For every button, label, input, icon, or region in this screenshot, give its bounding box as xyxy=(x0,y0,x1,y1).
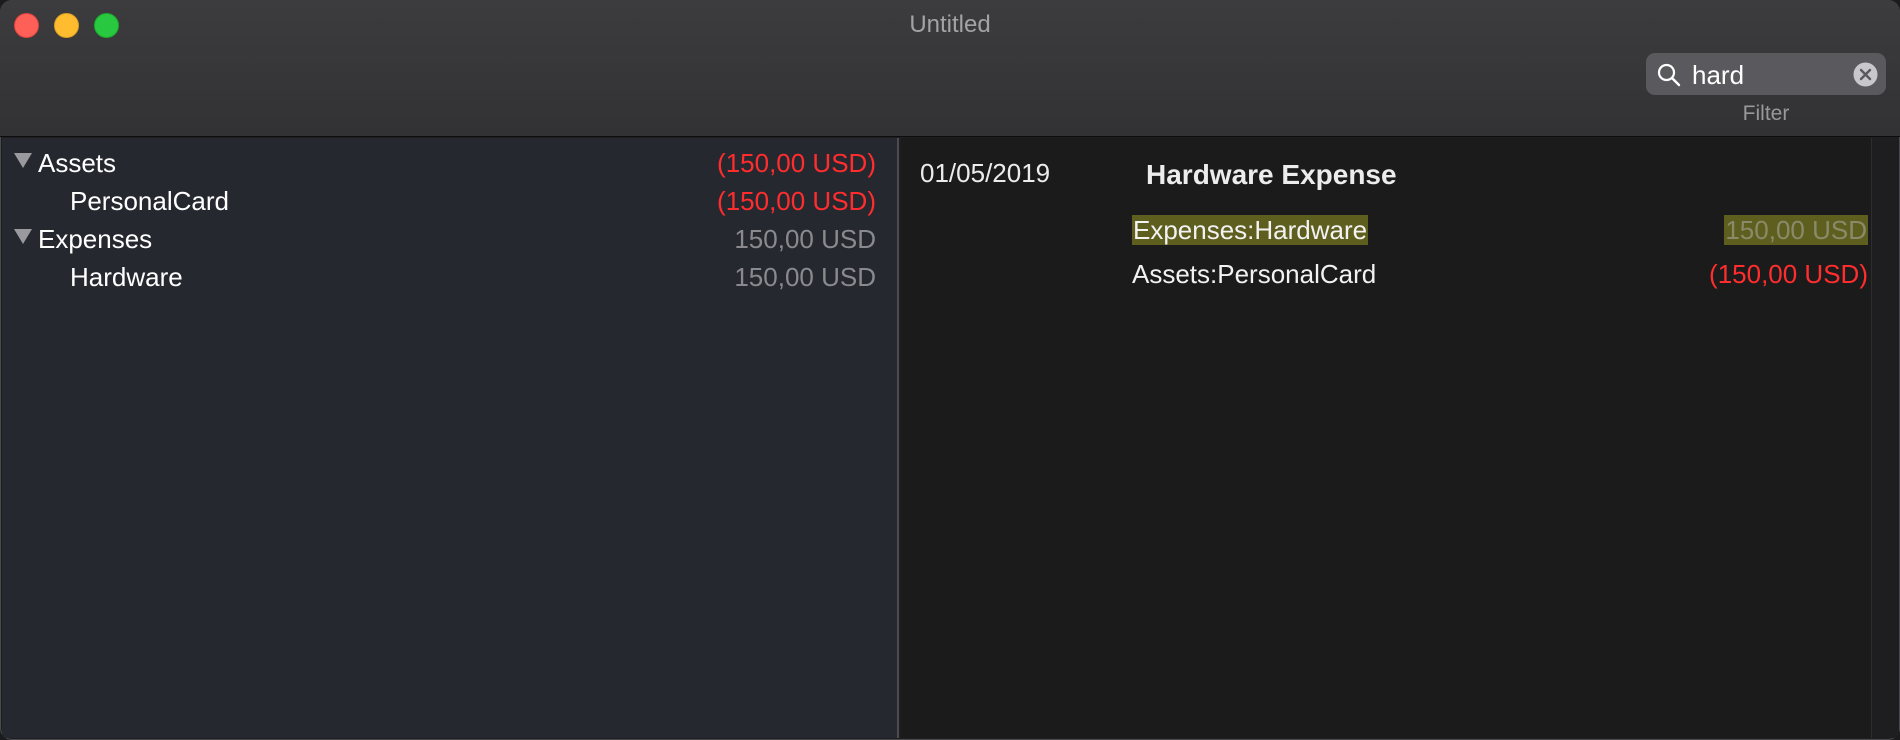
posting-account[interactable]: Expenses:Hardware xyxy=(1132,214,1369,246)
transaction-payee[interactable]: Hardware Expense xyxy=(1146,158,1397,192)
transaction-date[interactable]: 01/05/2019 xyxy=(920,157,1050,189)
accounts-sidebar: Assets (150,00 USD) PersonalCard (150,00… xyxy=(2,138,899,738)
disclosure-triangle-icon[interactable] xyxy=(14,153,32,168)
account-balance: (150,00 USD) xyxy=(717,186,876,216)
account-balance: 150,00 USD xyxy=(734,224,876,254)
posting-amount[interactable]: 150,00 USD xyxy=(1724,214,1868,246)
account-row-hardware[interactable]: Hardware 150,00 USD xyxy=(2,258,897,296)
posting-amount-value: 150,00 USD xyxy=(1724,215,1868,245)
posting-amount[interactable]: (150,00 USD) xyxy=(1709,258,1868,290)
account-name: Hardware xyxy=(70,262,183,292)
account-name: Assets xyxy=(38,148,117,178)
account-name: PersonalCard xyxy=(70,186,229,216)
account-balance: 150,00 USD xyxy=(734,262,876,292)
filter-label: Filter xyxy=(1742,102,1790,125)
account-name: Expenses xyxy=(38,224,153,254)
filter-search-field[interactable]: hard xyxy=(1646,53,1886,95)
posting-account[interactable]: Assets:PersonalCard xyxy=(1132,258,1376,290)
disclosure-triangle-icon[interactable] xyxy=(14,229,32,244)
account-balance: (150,00 USD) xyxy=(717,148,876,178)
window-title: Untitled xyxy=(909,11,991,38)
account-row-expenses[interactable]: Expenses 150,00 USD xyxy=(2,220,897,258)
vertical-scrollbar[interactable] xyxy=(1871,138,1899,738)
account-row-assets[interactable]: Assets (150,00 USD) xyxy=(2,144,897,182)
clear-search-icon[interactable] xyxy=(1853,62,1878,87)
search-icon xyxy=(1656,62,1682,88)
title-bar[interactable]: Untitled hard Filter xyxy=(0,0,1900,137)
app-window: Untitled hard Filter Assets (150,00 USD)… xyxy=(0,0,1900,740)
search-match-highlight: Expenses:Hardware xyxy=(1132,215,1369,245)
search-input[interactable]: hard xyxy=(1692,59,1744,91)
account-row-personalcard[interactable]: PersonalCard (150,00 USD) xyxy=(2,182,897,220)
